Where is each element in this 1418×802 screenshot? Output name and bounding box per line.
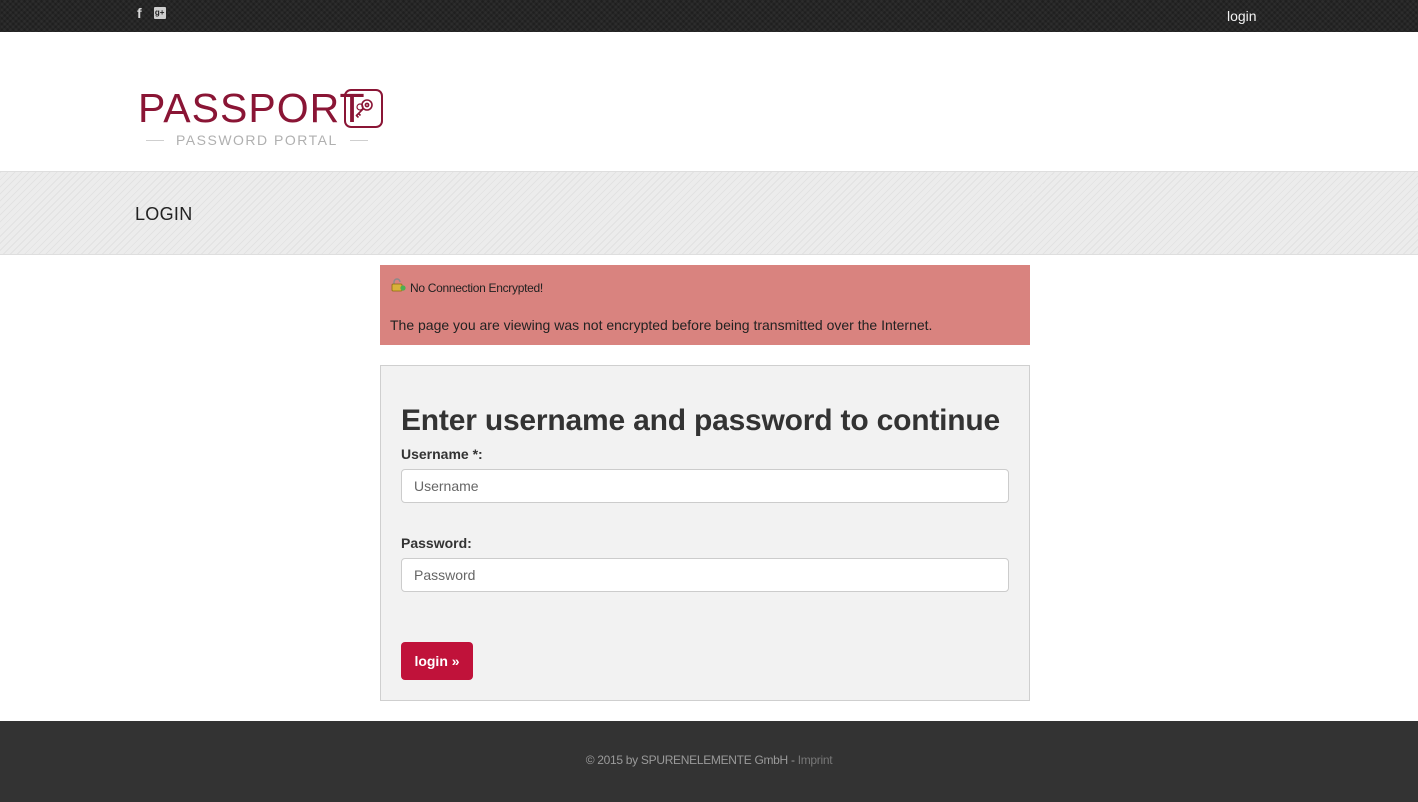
- page-title: LOGIN: [135, 204, 193, 224]
- logo-title-pass: PASS: [138, 85, 249, 131]
- facebook-icon[interactable]: f: [137, 6, 142, 20]
- login-panel: Enter username and password to continue …: [380, 365, 1030, 701]
- password-label: Password:: [401, 535, 472, 551]
- logo-divider-right: [349, 139, 368, 141]
- copyright-text: © 2015 by SPURENELEMENTE GmbH -: [585, 753, 795, 767]
- google-plus-icon[interactable]: g+: [153, 7, 166, 19]
- logo-wordmark: PASSPORT: [138, 86, 366, 130]
- username-input[interactable]: [401, 469, 1009, 503]
- username-label: Username *:: [401, 446, 483, 462]
- top-login-link[interactable]: login: [1227, 8, 1257, 24]
- password-input[interactable]: [401, 558, 1009, 592]
- logo-subtitle: PASSWORD PORTAL: [146, 132, 378, 148]
- footer-copyright: © 2015 by SPURENELEMENTE GmbH - Imprint: [0, 753, 1418, 767]
- passport-logo[interactable]: PASSPORT PASSWORD PORTAL: [138, 86, 388, 150]
- unlocked-warning-icon: [390, 278, 406, 297]
- alert-heading-text: No Connection Encrypted!: [410, 280, 543, 295]
- alert-heading: No Connection Encrypted!: [390, 278, 543, 297]
- social-links: f g+: [137, 6, 166, 20]
- encryption-warning-alert: No Connection Encrypted! The page you ar…: [380, 265, 1030, 345]
- login-heading: Enter username and password to continue: [401, 404, 1000, 437]
- logo-divider-left: [146, 139, 164, 141]
- page-title-band: LOGIN: [0, 171, 1418, 255]
- footer: © 2015 by SPURENELEMENTE GmbH - Imprint: [0, 721, 1418, 802]
- imprint-link[interactable]: Imprint: [798, 753, 833, 767]
- top-bar: f g+ login: [0, 0, 1418, 32]
- logo-subtitle-text: PASSWORD PORTAL: [176, 132, 338, 148]
- login-submit-button[interactable]: login »: [401, 642, 473, 680]
- alert-message: The page you are viewing was not encrypt…: [390, 317, 933, 333]
- key-icon: [344, 89, 383, 128]
